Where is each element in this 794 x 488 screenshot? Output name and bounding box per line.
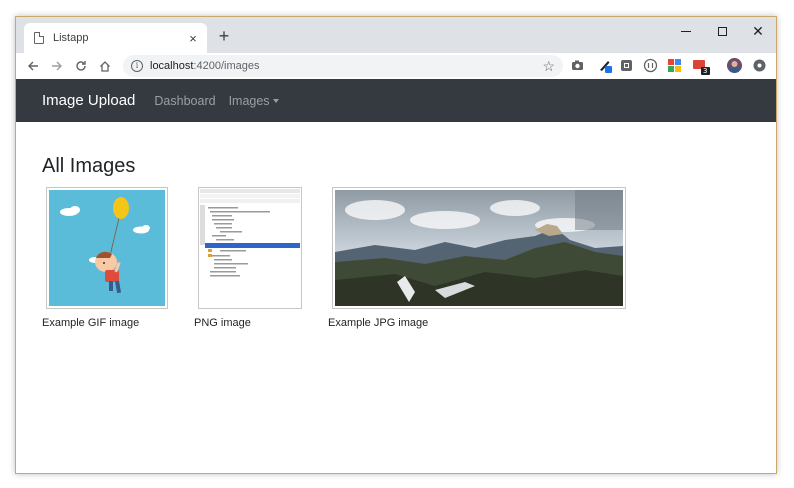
google-icon[interactable]	[667, 58, 682, 73]
pen-icon[interactable]	[597, 58, 612, 73]
url-host: localhost	[150, 60, 194, 72]
menu-dot-icon[interactable]	[752, 58, 767, 73]
window-close-button[interactable]: ✕	[740, 17, 776, 45]
forward-button[interactable]	[45, 54, 69, 78]
extension-badge: 3	[703, 67, 708, 75]
nav-link-dashboard[interactable]: Dashboard	[154, 94, 215, 108]
reload-icon	[76, 61, 86, 71]
info-icon[interactable]: i	[131, 60, 143, 72]
title-bar: Listapp × + ✕	[16, 17, 776, 53]
minimize-button[interactable]	[668, 17, 704, 45]
image-thumbnail-gif[interactable]	[46, 187, 168, 309]
home-button[interactable]	[93, 54, 117, 78]
back-button[interactable]	[21, 54, 45, 78]
home-icon	[100, 61, 110, 72]
tab-close-icon[interactable]: ×	[185, 31, 201, 46]
mountain-panorama-illustration	[335, 190, 623, 306]
camera-icon[interactable]	[570, 58, 585, 73]
bookmark-star-icon[interactable]: ☆	[542, 58, 555, 75]
image-caption-jpg: Example JPG image	[328, 317, 429, 329]
browser-tab[interactable]: Listapp ×	[24, 23, 207, 53]
maximize-icon	[717, 26, 727, 36]
reload-button[interactable]	[69, 54, 93, 78]
image-thumbnail-png[interactable]	[198, 187, 302, 309]
url-text[interactable]: localhost:4200/images	[150, 60, 542, 72]
browser-toolbar: i localhost:4200/images ☆ 3	[16, 53, 776, 79]
chevron-down-icon	[272, 99, 279, 104]
image-caption-gif: Example GIF image	[42, 317, 140, 329]
browser-window: Listapp × + ✕ i localhost:4200/images ☆	[15, 16, 777, 474]
avatar-icon[interactable]	[727, 58, 742, 73]
nav-link-images-label: Images	[228, 93, 270, 108]
navbar-brand[interactable]: Image Upload	[42, 92, 135, 109]
ide-screenshot-illustration	[200, 189, 300, 307]
image-thumbnail-jpg[interactable]	[332, 187, 626, 309]
tab-title: Listapp	[53, 32, 89, 44]
url-path: :4200/images	[193, 60, 260, 72]
minimize-icon	[681, 30, 691, 32]
circle-icon[interactable]	[643, 58, 658, 73]
balloon-illustration	[49, 190, 165, 306]
nav-link-images[interactable]: Images	[229, 94, 279, 108]
shield-icon[interactable]	[619, 58, 634, 73]
app-navbar: Image Upload Dashboard Images	[16, 79, 776, 122]
document-icon	[34, 32, 44, 44]
page-title: All Images	[42, 155, 136, 177]
forward-arrow-icon	[52, 61, 62, 71]
address-bar[interactable]: i localhost:4200/images ☆	[123, 55, 563, 77]
back-arrow-icon	[28, 61, 38, 71]
mail-icon[interactable]: 3	[692, 58, 710, 75]
image-caption-png: PNG image	[194, 317, 251, 329]
new-tab-button[interactable]: +	[214, 26, 234, 46]
maximize-button[interactable]	[704, 17, 740, 45]
